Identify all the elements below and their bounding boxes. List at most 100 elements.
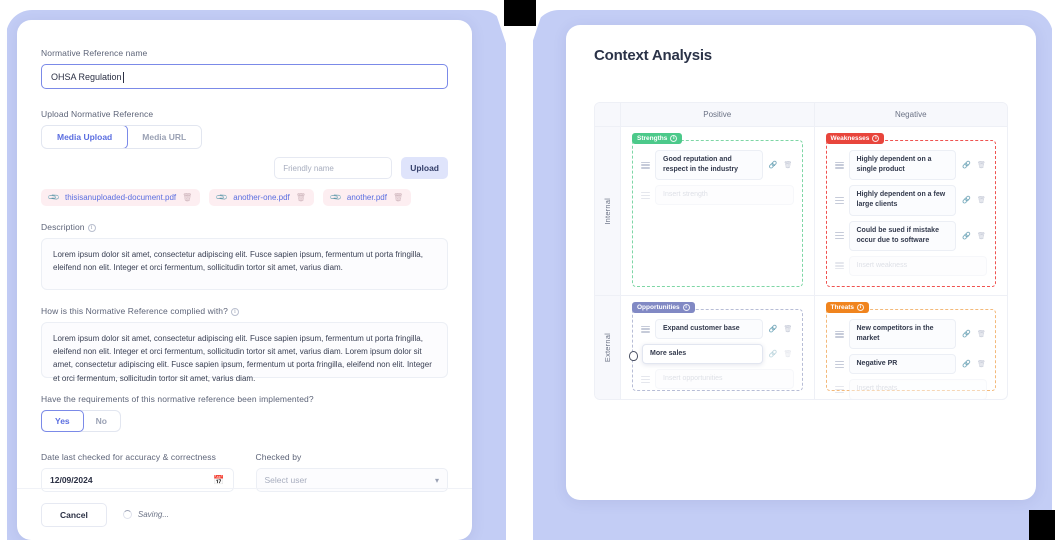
link-icon[interactable]: 🔗 [961, 195, 972, 206]
upload-mode-tabs: Media Upload Media URL [41, 125, 203, 149]
opportunities-drop-area[interactable]: Expand customer base 🔗 🗑 More sales 🔗 🗑 [629, 309, 803, 391]
list-item-actions: 🔗 🗑 [768, 349, 794, 360]
list-item-new[interactable]: Insert opportunities [641, 369, 794, 390]
description-label-text: Description [41, 222, 85, 232]
trash-icon[interactable]: 🗑 [783, 349, 794, 360]
date-checked-value: 12/09/2024 [50, 475, 93, 485]
implemented-toggle-group: Yes No [41, 410, 121, 432]
swot-row-header-external-label: External [603, 332, 612, 363]
upload-row: Friendly name Upload [41, 157, 448, 179]
trash-icon[interactable]: 🗑 [976, 359, 987, 370]
paperclip-icon: 📎 [215, 190, 230, 205]
list-item-dragging[interactable]: More sales 🔗 🗑 [628, 344, 794, 365]
drag-handle-icon[interactable] [834, 359, 844, 369]
cancel-button[interactable]: Cancel [41, 502, 107, 527]
weaknesses-input-placeholder[interactable]: Insert weakness [848, 255, 987, 276]
link-icon[interactable]: 🔗 [961, 230, 972, 241]
file-chip[interactable]: 📎 another.pdf 🗑 [322, 189, 412, 206]
list-item-new[interactable]: Insert strength [641, 185, 794, 206]
checked-by-label: Checked by [255, 452, 302, 462]
friendly-name-input[interactable]: Friendly name [274, 157, 393, 179]
opportunities-input-placeholder[interactable]: Insert opportunities [655, 369, 794, 390]
file-chip[interactable]: 📎 thisisanuploaded-document.pdf 🗑 [41, 189, 201, 206]
swot-quadrant-opportunities: Opportunities i Expand customer base 🔗 🗑 [621, 296, 815, 399]
text-caret [122, 72, 124, 83]
link-icon[interactable]: 🔗 [768, 324, 779, 335]
swot-row-external: External Opportunities i Expand customer… [595, 296, 1007, 399]
normative-reference-name-input[interactable]: OHSA Regulation [41, 64, 448, 89]
opportunities-badge: Opportunities i [632, 302, 695, 313]
info-icon[interactable]: i [682, 304, 690, 311]
drag-handle-icon[interactable] [641, 160, 650, 170]
list-item[interactable]: Highly dependent on a few large clients … [834, 185, 988, 216]
normative-reference-form-card: Normative Reference name OHSA Regulation… [17, 20, 472, 540]
drag-handle-icon[interactable] [834, 195, 844, 205]
drag-handle-icon[interactable] [834, 160, 844, 170]
calendar-icon[interactable]: 📅 [213, 475, 224, 486]
file-chip[interactable]: 📎 another-one.pdf 🗑 [209, 189, 314, 206]
tab-media-url[interactable]: Media URL [127, 126, 202, 148]
list-item[interactable]: Negative PR 🔗 🗑 [834, 354, 988, 375]
trash-icon[interactable]: 🗑 [393, 193, 403, 202]
list-item-new[interactable]: Insert threats [834, 379, 987, 399]
list-item-text[interactable]: Good reputation and respect in the indus… [655, 150, 763, 181]
strengths-drop-area[interactable]: Good reputation and respect in the indus… [632, 140, 803, 287]
upload-section-label: Upload Normative Reference [41, 109, 154, 119]
list-item[interactable]: Highly dependent on a single product 🔗 🗑 [834, 150, 988, 181]
link-icon[interactable]: 🔗 [961, 160, 972, 171]
list-item-text[interactable]: Expand customer base [655, 319, 763, 340]
list-item[interactable]: New competitors in the market 🔗 🗑 [834, 319, 988, 350]
trash-icon[interactable]: 🗑 [976, 230, 987, 241]
info-icon[interactable]: i [230, 307, 239, 316]
list-item[interactable]: Good reputation and respect in the indus… [641, 150, 794, 181]
swot-row-header-internal-label: Internal [603, 197, 612, 225]
description-textarea[interactable]: Lorem ipsum dolor sit amet, consectetur … [41, 238, 448, 290]
drag-handle-icon [641, 374, 650, 384]
info-icon[interactable]: i [872, 135, 880, 142]
list-item-text[interactable]: More sales [642, 344, 763, 365]
drag-handle-icon[interactable] [834, 231, 844, 241]
form-footer: Cancel Saving... [17, 488, 472, 540]
link-icon[interactable]: 🔗 [961, 329, 972, 340]
tab-media-upload[interactable]: Media Upload [42, 126, 129, 148]
list-item[interactable]: Could be sued if mistake occur due to so… [834, 220, 988, 251]
list-item-text[interactable]: Highly dependent on a single product [848, 150, 956, 181]
drag-handle-icon[interactable] [641, 324, 650, 334]
complied-textarea[interactable]: Lorem ipsum dolor sit amet, consectetur … [41, 322, 448, 383]
upload-button[interactable]: Upload [401, 157, 448, 179]
list-item-text[interactable]: New competitors in the market [848, 319, 956, 350]
info-icon[interactable]: i [670, 135, 678, 142]
info-icon[interactable]: i [87, 223, 96, 232]
trash-icon[interactable]: 🗑 [783, 160, 794, 171]
list-item-text[interactable]: Negative PR [848, 354, 956, 375]
list-item-text[interactable]: Highly dependent on a few large clients [848, 185, 956, 216]
strengths-input-placeholder[interactable]: Insert strength [655, 185, 794, 206]
threats-input-placeholder[interactable]: Insert threats [848, 379, 987, 399]
implemented-yes-option[interactable]: Yes [41, 410, 84, 432]
trash-icon[interactable]: 🗑 [976, 160, 987, 171]
swot-quadrant-weaknesses: Weaknesses i Highly dependent on a singl… [815, 127, 1008, 295]
list-item-text[interactable]: Could be sued if mistake occur due to so… [848, 220, 956, 251]
implemented-no-option[interactable]: No [83, 411, 120, 431]
trash-icon[interactable]: 🗑 [296, 193, 306, 202]
drag-handle-icon[interactable] [834, 329, 844, 339]
info-icon[interactable]: i [856, 304, 864, 311]
strengths-badge: Strengths i [632, 133, 683, 144]
weaknesses-drop-area[interactable]: Highly dependent on a single product 🔗 🗑… [825, 140, 996, 287]
link-icon[interactable]: 🔗 [961, 359, 972, 370]
trash-icon[interactable]: 🗑 [783, 324, 794, 335]
trash-icon[interactable]: 🗑 [976, 329, 987, 340]
trash-icon[interactable]: 🗑 [976, 195, 987, 206]
list-item[interactable]: Expand customer base 🔗 🗑 [641, 319, 794, 340]
strengths-badge-label: Strengths [637, 135, 668, 142]
swot-row-internal: Internal Strengths i Good reputation and… [595, 127, 1007, 296]
paperclip-icon: 📎 [329, 190, 343, 205]
link-icon[interactable]: 🔗 [768, 160, 779, 171]
swot-matrix: Positive Negative Internal Strengths i G… [594, 102, 1008, 400]
link-icon[interactable]: 🔗 [768, 349, 779, 360]
threats-drop-area[interactable]: New competitors in the market 🔗 🗑 Negati… [825, 309, 996, 399]
drag-handle-icon [834, 261, 844, 271]
opportunities-badge-label: Opportunities [637, 304, 680, 311]
trash-icon[interactable]: 🗑 [182, 193, 192, 202]
list-item-new[interactable]: Insert weakness [834, 255, 987, 276]
